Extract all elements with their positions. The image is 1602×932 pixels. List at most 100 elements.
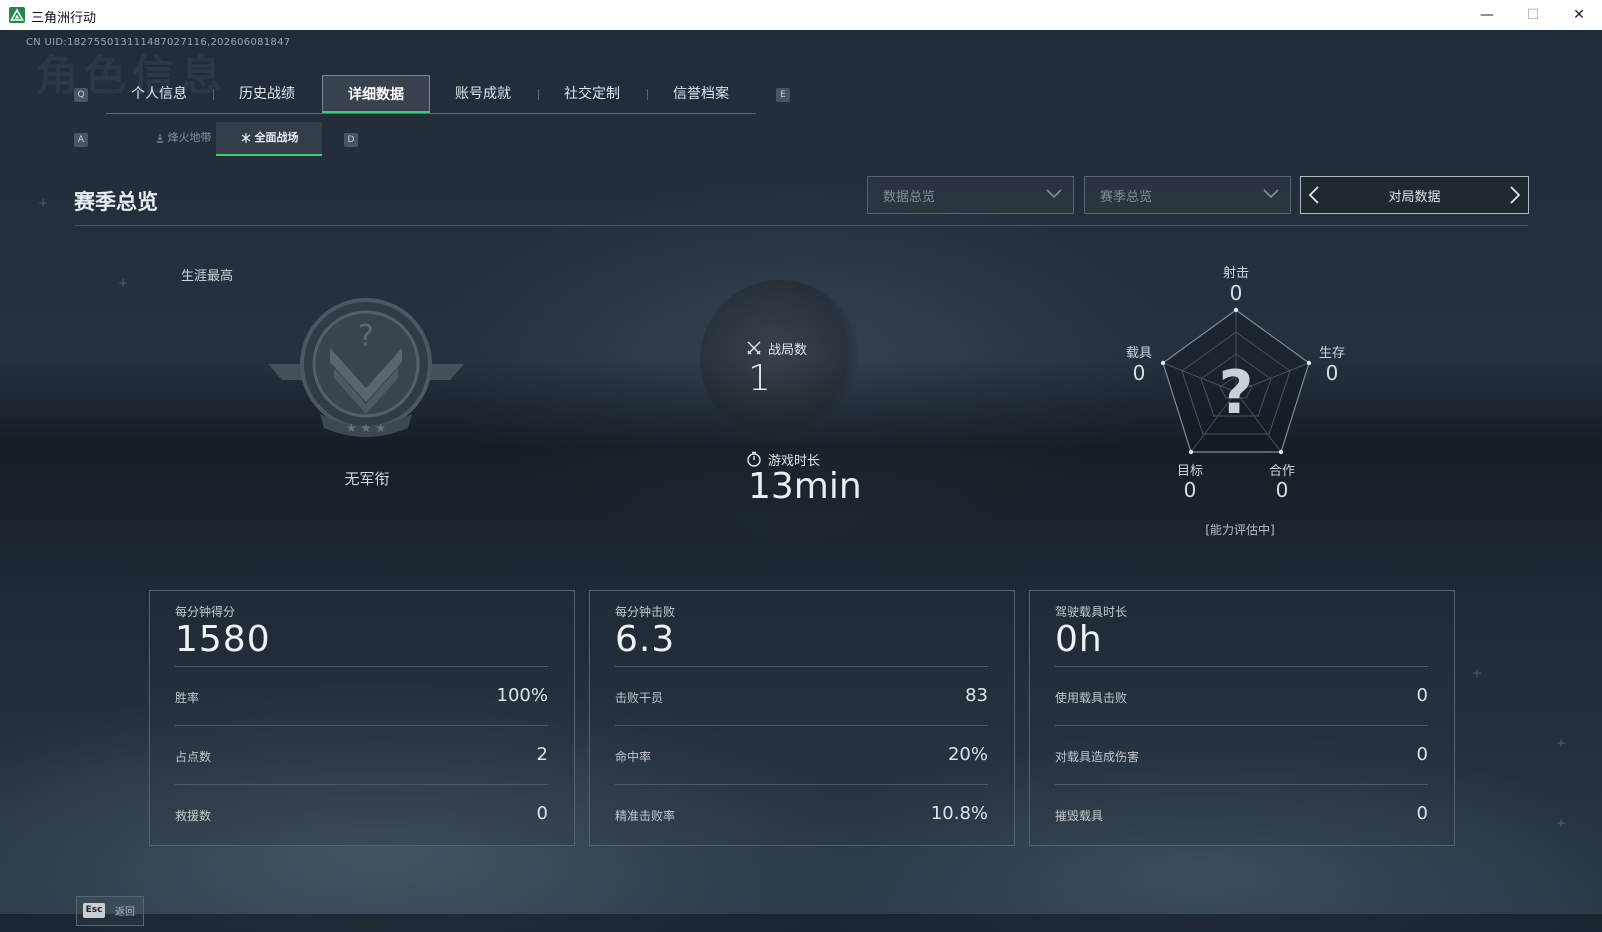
main-tabs: 个人信息 历史战绩 详细数据 账号成就 社交定制 信誉档案 [106,75,756,114]
rank-emblem-icon: ? ★ ★ ★ [268,298,464,437]
combat-stats-card: 每分钟击败 6.3 击败干员 83 命中率 20% 精准击败率 10.8% [589,590,1015,846]
pager-label: 对局数据 [1388,190,1441,205]
data-type-dropdown-value: 数据总览 [883,190,936,205]
score-stats-card: 每分钟得分 1580 胜率 100% 占点数 2 救援数 0 [149,590,575,846]
mode-subtabs: 烽火地带 全面战场 [130,122,330,156]
stat-row: 占点数 2 [175,725,548,785]
crossed-swords-icon [747,341,761,355]
rank-name: 无军衔 [344,470,390,488]
playtime-value: 13min [748,466,862,507]
stat-label: 对载具造成伤害 [1055,750,1140,764]
data-type-dropdown[interactable]: 数据总览 [867,176,1074,214]
radar-axis-vehicle-value: 0 [1132,361,1146,385]
beacon-icon [156,134,163,143]
next-subtab-key-hint: D [344,133,358,147]
back-label: 返回 [115,907,135,918]
stat-value: 10.8% [930,803,988,824]
prev-subtab-key-hint: A [74,133,88,147]
tab-account-achievements[interactable]: 账号成就 [430,75,536,113]
radar-axis-survival-value: 0 [1325,361,1339,385]
chevron-down-icon [1046,189,1062,199]
tab-match-history[interactable]: 历史战绩 [214,75,320,113]
decor-cross: + [118,276,129,290]
tab-personal-info[interactable]: 个人信息 [106,75,212,113]
stat-row: 精准击败率 10.8% [615,784,988,844]
radar-axis-shooting-value: 0 [1229,281,1243,305]
radar-axis-teamwork-label: 合作 [1268,464,1295,479]
radar-axis-teamwork-value: 0 [1275,478,1289,502]
stat-row: 胜率 100% [175,666,548,726]
background-radar-dish [700,280,860,440]
window-title: 三角洲行动 [31,11,97,26]
card-title: 每分钟得分 [175,605,236,619]
stat-value: 0 [536,803,548,824]
radar-axis-survival-label: 生存 [1318,346,1345,361]
season-dropdown[interactable]: 赛季总览 [1084,176,1291,214]
matches-label: 战局数 [768,343,808,358]
stat-label: 占点数 [175,750,212,764]
stat-row: 救援数 0 [175,784,548,844]
decor-cross: + [1556,736,1567,750]
vehicle-stats-card: 驾驶载具时长 0h 使用载具击败 0 对载具造成伤害 0 摧毁载具 0 [1029,590,1455,846]
subtab-operations-label: 烽火地带 [167,131,212,144]
card-title: 驾驶载具时长 [1055,605,1128,619]
season-dropdown-value: 赛季总览 [1100,190,1153,205]
app-logo-icon [9,7,25,23]
card-main-value: 1580 [175,619,271,660]
stat-row: 对载具造成伤害 0 [1055,725,1428,785]
close-button[interactable]: ✕ [1556,0,1602,30]
stat-label: 摧毁载具 [1055,809,1104,823]
stat-value: 2 [536,744,548,765]
radar-unknown-mark: ? [1219,358,1254,428]
data-pager: 对局数据 [1300,176,1529,214]
tab-social-custom[interactable]: 社交定制 [539,75,645,113]
stat-value: 20% [947,744,988,765]
stat-value: 83 [965,685,988,706]
stat-value: 0 [1416,744,1428,765]
stat-label: 击败干员 [615,691,664,705]
card-main-value: 6.3 [615,619,676,660]
esc-key-hint: Esc [83,903,105,918]
tab-reputation[interactable]: 信誉档案 [648,75,754,113]
stopwatch-icon [747,451,761,467]
stat-value: 0 [1416,803,1428,824]
stat-value: 100% [496,685,548,706]
subtab-warfare[interactable]: 全面战场 [216,122,322,156]
stat-label: 命中率 [615,750,652,764]
bottom-bar [0,914,1602,932]
card-title: 每分钟击败 [615,605,676,619]
matches-value: 1 [748,358,771,399]
svg-text:?: ? [358,319,374,354]
section-divider [74,225,1528,226]
tab-detailed-data[interactable]: 详细数据 [322,75,430,113]
next-tab-key-hint: E [776,88,790,102]
radar-axis-objective-label: 目标 [1176,464,1203,479]
stat-label: 精准击败率 [615,809,676,823]
career-highest-label: 生涯最高 [181,269,234,284]
radar-axis-shooting-label: 射击 [1222,266,1249,281]
stat-row: 击败干员 83 [615,666,988,726]
stat-label: 救援数 [175,809,212,823]
decor-cross: + [38,196,49,210]
radar-axis-vehicle-label: 载具 [1125,346,1152,361]
radar-status-text: [能力评估中] [1205,523,1275,537]
decor-cross: + [1556,816,1567,830]
window-titlebar: 三角洲行动 — ☐ ✕ [0,0,1602,31]
radar-axis-objective-value: 0 [1183,478,1197,502]
card-main-value: 0h [1055,619,1103,660]
decor-cross: + [1472,666,1483,680]
stat-row: 使用载具击败 0 [1055,666,1428,726]
minimize-button[interactable]: — [1464,0,1510,30]
chevron-down-icon [1263,189,1279,199]
maximize-button[interactable]: ☐ [1510,0,1556,30]
warfare-icon [241,133,250,143]
stat-row: 摧毁载具 0 [1055,784,1428,844]
prev-tab-key-hint: Q [74,88,88,102]
subtab-warfare-label: 全面战场 [254,131,299,144]
stat-row: 命中率 20% [615,725,988,785]
section-title: 赛季总览 [74,190,158,214]
stat-label: 使用载具击败 [1055,691,1128,705]
back-button[interactable]: Esc 返回 [76,896,144,926]
stat-label: 胜率 [175,691,200,705]
chevron-right-icon[interactable] [1508,185,1522,205]
